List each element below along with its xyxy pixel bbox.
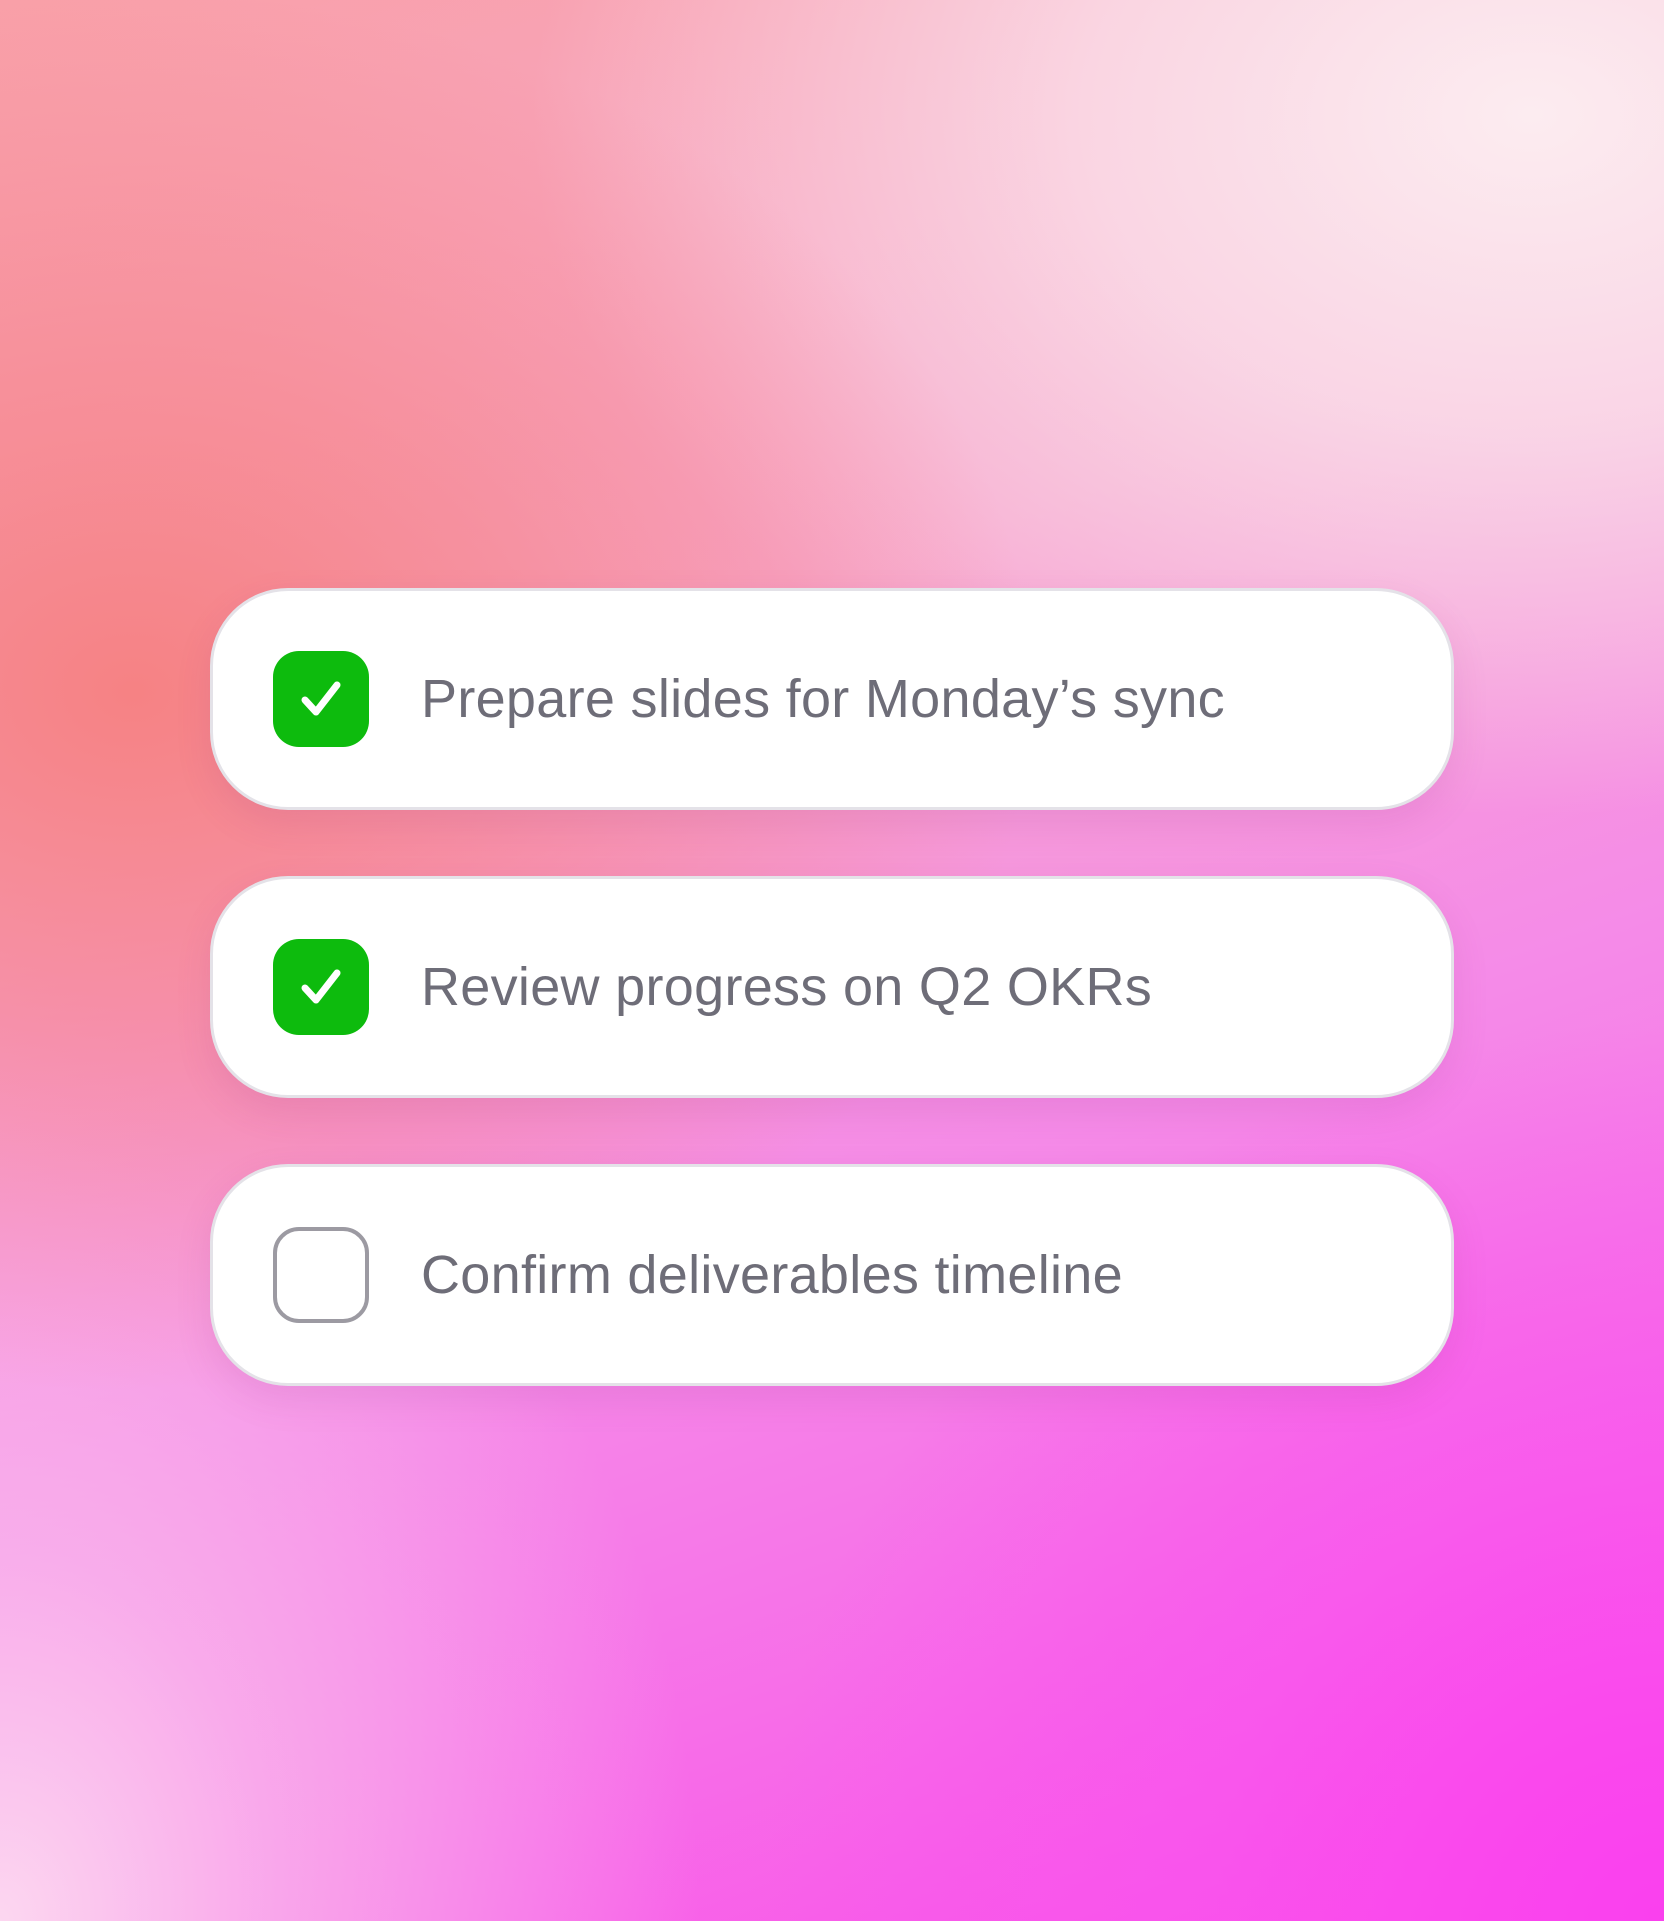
task-label: Review progress on Q2 OKRs: [421, 957, 1153, 1017]
task-checkbox-checked[interactable]: [273, 651, 369, 747]
task-item[interactable]: Confirm deliverables timeline: [210, 1164, 1454, 1386]
task-checkbox-checked[interactable]: [273, 939, 369, 1035]
task-checkbox-unchecked[interactable]: [273, 1227, 369, 1323]
task-list: Prepare slides for Monday’s sync Review …: [210, 588, 1454, 1386]
checkmark-icon: [301, 681, 341, 716]
task-item[interactable]: Review progress on Q2 OKRs: [210, 876, 1454, 1098]
task-item[interactable]: Prepare slides for Monday’s sync: [210, 588, 1454, 810]
task-label: Confirm deliverables timeline: [421, 1245, 1123, 1305]
checkmark-icon: [301, 969, 341, 1004]
task-label: Prepare slides for Monday’s sync: [421, 669, 1225, 729]
